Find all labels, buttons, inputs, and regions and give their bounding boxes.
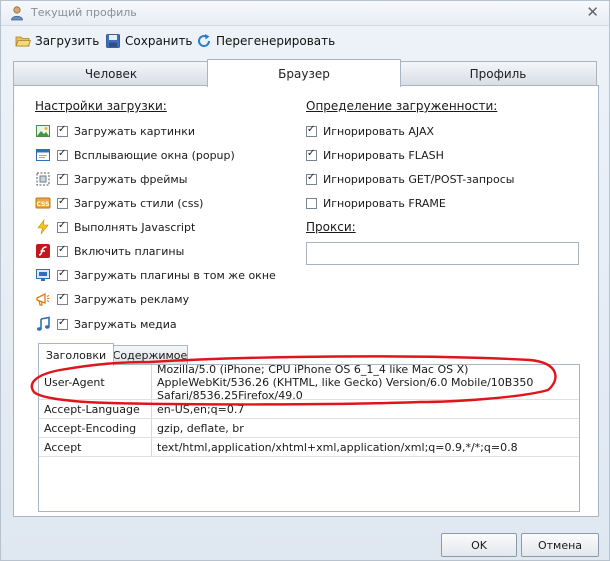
header-name-cell: Accept-Encoding <box>39 419 152 437</box>
lightning-icon <box>35 219 51 235</box>
option-label: Загружать фреймы <box>74 172 188 186</box>
css-icon: CSS <box>35 195 51 211</box>
tab-person[interactable]: Человек <box>13 61 209 85</box>
option-label: Загружать рекламу <box>74 292 190 306</box>
option-plugins-same-window[interactable]: Загружать плагины в том же окне <box>35 265 276 285</box>
headers-grid: User-Agent Mozilla/5.0 (iPhone; CPU iPho… <box>38 362 580 512</box>
option-load-images[interactable]: Загружать картинки <box>35 121 195 141</box>
option-load-frames[interactable]: Загружать фреймы <box>35 169 187 189</box>
browser-settings-panel: Настройки загрузки: Загружать картинки В… <box>13 85 599 517</box>
option-label: Всплывающие окна (popup) <box>74 148 235 162</box>
save-button[interactable]: Сохранить <box>105 32 193 50</box>
proxy-label: Прокси: <box>306 220 356 234</box>
subtab-headers-label: Заголовки <box>45 348 107 362</box>
ad-megaphone-icon <box>35 291 51 307</box>
plugin-window-icon <box>35 267 51 283</box>
image-icon <box>35 123 51 139</box>
flash-plugin-icon <box>35 243 51 259</box>
header-value-cell: Mozilla/5.0 (iPhone; CPU iPhone OS 6_1_4… <box>157 362 534 402</box>
table-row[interactable]: Accept-Encoding gzip, deflate, br <box>39 419 579 438</box>
option-label: Игнорировать GET/POST-запросы <box>323 172 515 186</box>
music-note-icon <box>35 316 51 332</box>
tab-browser-label: Браузер <box>278 66 330 81</box>
header-name-cell: User-Agent <box>39 365 152 399</box>
checkbox[interactable] <box>306 172 317 185</box>
option-label: Загружать медиа <box>74 317 177 331</box>
folder-open-icon <box>15 36 31 47</box>
option-ignore-frame[interactable]: Игнорировать FRAME <box>306 193 446 213</box>
header-value-cell: text/html,application/xhtml+xml,applicat… <box>157 440 518 454</box>
checkbox[interactable] <box>57 244 68 257</box>
checkbox[interactable] <box>57 124 68 137</box>
ok-button[interactable]: OK <box>441 533 517 557</box>
checkbox[interactable] <box>57 196 68 209</box>
option-label: Выполнять Javascript <box>74 220 196 234</box>
refresh-icon <box>198 34 211 47</box>
checkbox[interactable] <box>57 268 68 281</box>
load-button-label: Загрузить <box>35 34 100 48</box>
header-value-cell: en-US,en;q=0.7 <box>157 402 245 416</box>
tab-person-label: Человек <box>84 66 138 81</box>
floppy-disk-icon <box>106 34 120 48</box>
svg-text:CSS: CSS <box>37 201 50 208</box>
option-label: Игнорировать AJAX <box>323 124 435 138</box>
table-row[interactable]: User-Agent Mozilla/5.0 (iPhone; CPU iPho… <box>39 362 579 402</box>
table-row[interactable]: Accept-Language en-US,en;q=0.7 <box>39 400 579 419</box>
checkbox[interactable] <box>57 317 68 330</box>
header-value-cell: gzip, deflate, br <box>157 421 244 435</box>
option-label: Загружать плагины в том же окне <box>74 268 276 282</box>
option-load-ads[interactable]: Загружать рекламу <box>35 289 189 309</box>
table-row[interactable]: Accept text/html,application/xhtml+xml,a… <box>39 438 579 457</box>
checkbox[interactable] <box>57 172 68 185</box>
popup-window-icon <box>35 147 51 163</box>
proxy-input[interactable] <box>306 242 579 265</box>
option-run-javascript[interactable]: Выполнять Javascript <box>35 217 195 237</box>
cancel-button[interactable]: Отмена <box>521 533 599 557</box>
option-enable-plugins[interactable]: Включить плагины <box>35 241 184 261</box>
checkbox[interactable] <box>306 197 317 209</box>
option-ignore-ajax[interactable]: Игнорировать AJAX <box>306 121 434 141</box>
checkbox[interactable] <box>57 292 68 305</box>
checkbox[interactable] <box>306 124 317 137</box>
save-button-label: Сохранить <box>125 34 193 48</box>
load-detection-title: Определение загруженности: <box>306 99 498 113</box>
option-load-css[interactable]: CSS Загружать стили (css) <box>35 193 203 213</box>
load-settings-title: Настройки загрузки: <box>35 99 167 113</box>
header-name-cell: Accept-Language <box>39 400 152 418</box>
option-ignore-get-post[interactable]: Игнорировать GET/POST-запросы <box>306 169 514 189</box>
tab-profile[interactable]: Профиль <box>399 61 597 85</box>
option-label: Загружать стили (css) <box>74 196 204 210</box>
close-icon[interactable]: ✕ <box>586 4 599 20</box>
window-title: Текущий профиль <box>31 6 137 19</box>
option-load-media[interactable]: Загружать медиа <box>35 314 177 334</box>
toolbar: Загрузить Сохранить Перегенерировать <box>1 28 609 54</box>
frame-icon <box>35 171 51 187</box>
user-profile-icon <box>11 6 23 21</box>
header-name-cell: Accept <box>39 438 152 456</box>
option-label: Игнорировать FRAME <box>323 196 446 210</box>
option-label: Включить плагины <box>74 244 185 258</box>
option-label: Игнорировать FLASH <box>323 148 444 162</box>
subtab-headers[interactable]: Заголовки <box>38 343 114 366</box>
option-popups[interactable]: Всплывающие окна (popup) <box>35 145 235 165</box>
tab-profile-label: Профиль <box>469 66 527 81</box>
option-ignore-flash[interactable]: Игнорировать FLASH <box>306 145 444 165</box>
title-bar: Текущий профиль ✕ <box>1 1 609 26</box>
regenerate-button[interactable]: Перегенерировать <box>196 32 335 50</box>
subtab-content-label: Содержимое <box>112 349 188 362</box>
tab-browser[interactable]: Браузер <box>207 59 401 87</box>
checkbox[interactable] <box>57 148 68 161</box>
checkbox[interactable] <box>57 220 68 233</box>
checkbox[interactable] <box>306 148 317 161</box>
option-label: Загружать картинки <box>74 124 196 138</box>
load-button[interactable]: Загрузить <box>15 32 99 50</box>
profile-window: Текущий профиль ✕ Загрузить Сохранить Пе… <box>0 0 610 561</box>
regenerate-button-label: Перегенерировать <box>216 34 336 48</box>
main-tabs: Человек Браузер Профиль <box>13 59 597 87</box>
